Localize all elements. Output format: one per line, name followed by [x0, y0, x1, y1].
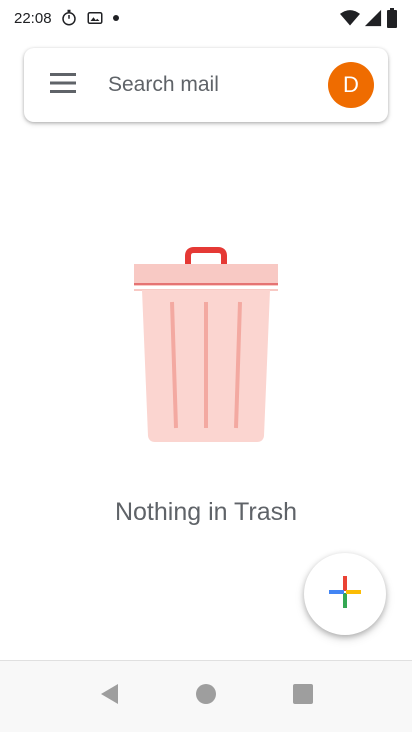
search-bar[interactable]: Search mail D — [24, 48, 388, 122]
account-avatar[interactable]: D — [328, 62, 374, 108]
home-icon — [195, 683, 217, 710]
home-button[interactable] — [186, 677, 226, 717]
empty-state-message: Nothing in Trash — [114, 498, 298, 526]
compose-button[interactable] — [304, 553, 386, 635]
system-nav-bar — [0, 660, 412, 732]
battery-icon — [386, 8, 398, 28]
wifi-icon — [340, 9, 360, 27]
trash-can-illustration — [128, 246, 284, 446]
signal-icon — [364, 9, 382, 27]
status-bar: 22:08 — [0, 0, 412, 36]
menu-button[interactable] — [32, 48, 94, 122]
compose-plus-icon — [327, 574, 363, 615]
search-input[interactable]: Search mail — [108, 73, 328, 97]
hamburger-menu-icon — [49, 72, 77, 99]
recents-button[interactable] — [283, 677, 323, 717]
status-time: 22:08 — [14, 9, 52, 27]
stopwatch-icon — [60, 9, 78, 27]
photos-icon — [86, 9, 104, 27]
screen: 22:08 Search mail D Nothing in Trash — [0, 0, 412, 732]
back-button[interactable] — [89, 677, 129, 717]
notification-dot-icon — [112, 14, 120, 22]
back-icon — [98, 682, 120, 711]
recents-icon — [292, 683, 314, 710]
